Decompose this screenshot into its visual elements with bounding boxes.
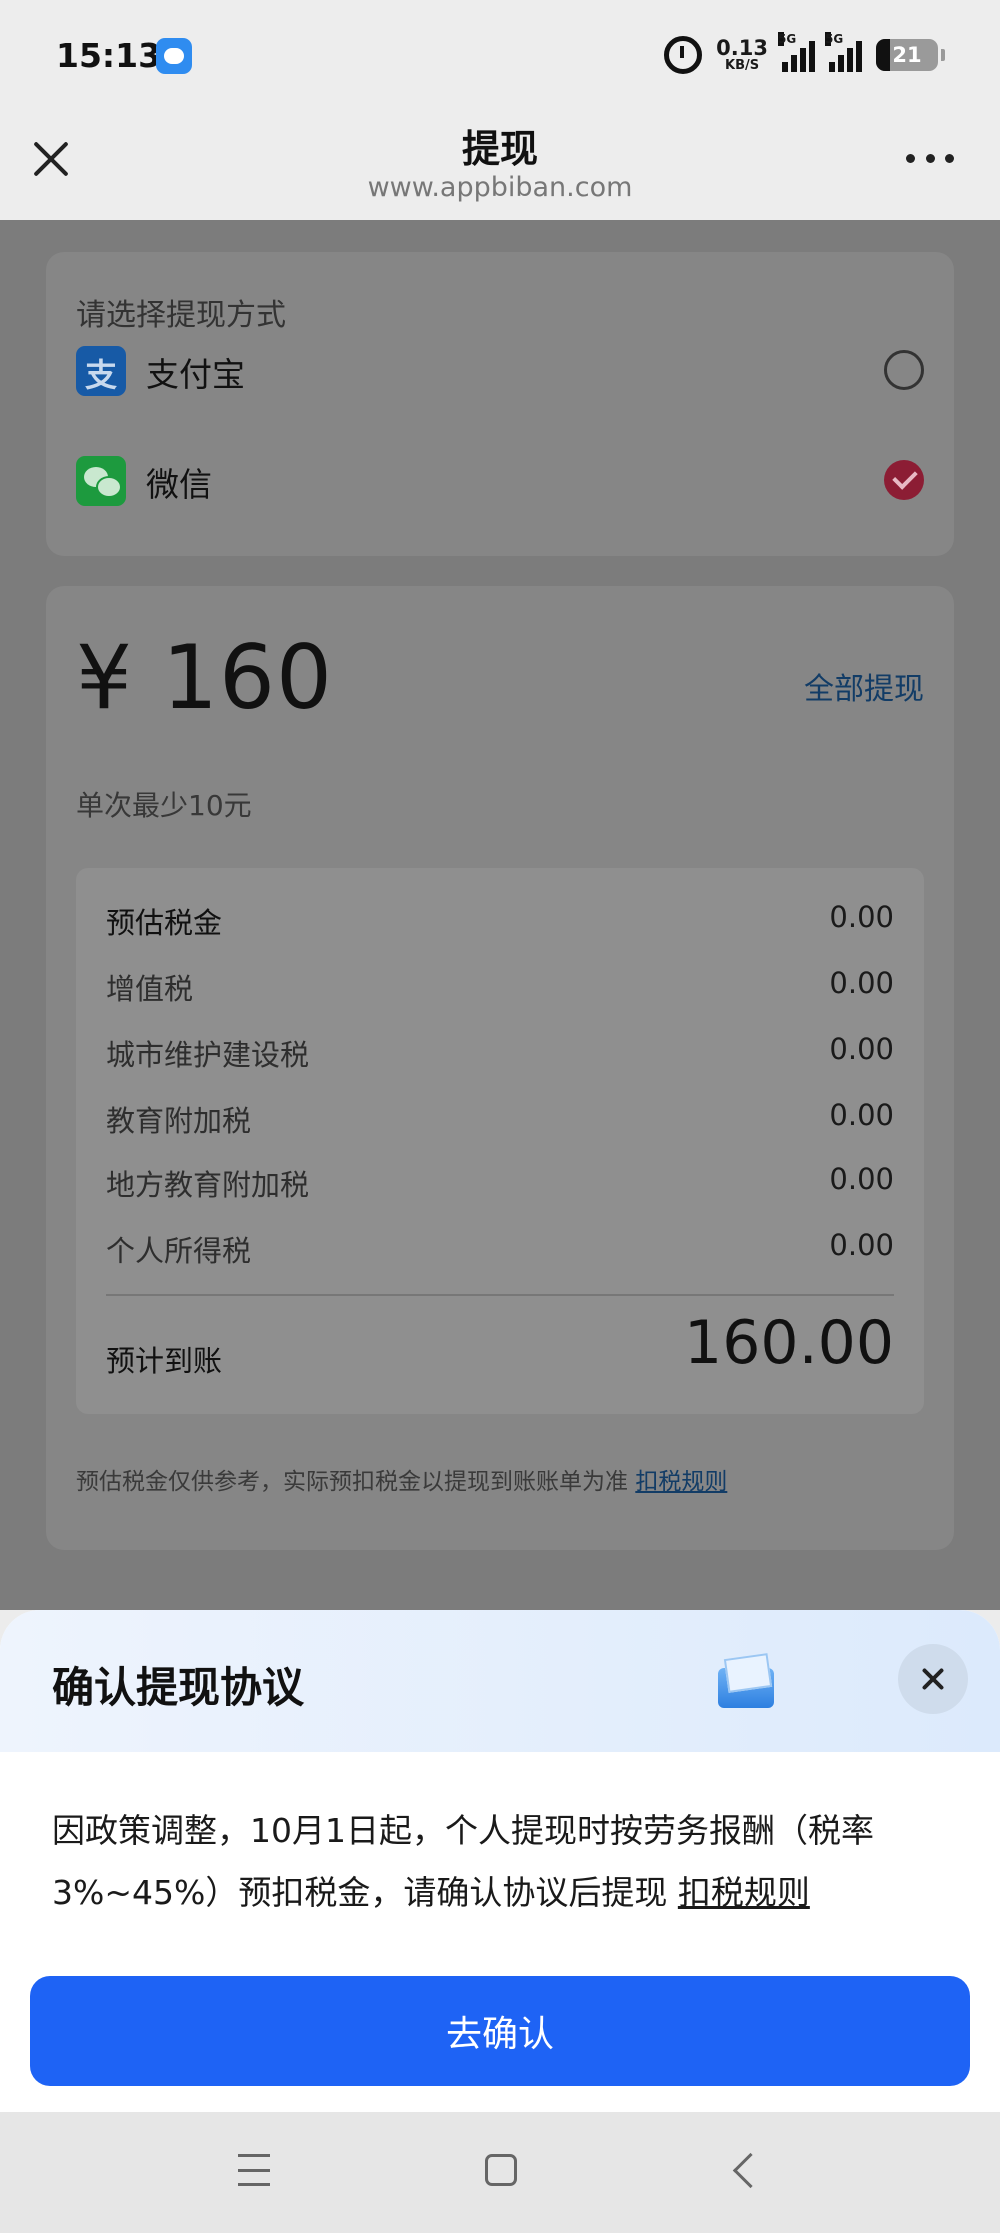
confirm-agreement-sheet: 确认提现协议 因政策调整，10月1日起，个人提现时按劳务报酬（税率3%~45%）… <box>0 1610 1000 2112</box>
tax-value: 0.00 <box>829 900 894 934</box>
withdraw-amount[interactable]: ¥ 160 <box>76 626 333 729</box>
tax-row: 预估税金 0.00 <box>106 898 894 942</box>
tax-label: 地方教育附加税 <box>106 1168 310 1202</box>
disclaimer-text: 预估税金仅供参考，实际预扣税金以提现到账账单为准 <box>76 1469 636 1495</box>
amount-card: ¥ 160 全部提现 单次最少10元 预估税金 0.00 增值税 0.00 城市… <box>46 586 954 1550</box>
sim1-label: 5G <box>778 32 797 46</box>
tax-label: 教育附加税 <box>106 1104 252 1138</box>
page-title: 提现 <box>461 127 538 171</box>
home-icon[interactable] <box>485 2154 517 2186</box>
back-icon[interactable] <box>730 2152 766 2188</box>
tax-row: 个人所得税 0.00 <box>106 1226 894 1270</box>
method-name-wechat: 微信 <box>146 465 212 504</box>
signal-icon-sim1: 5G <box>778 32 815 72</box>
sim2-label: 5G <box>825 32 844 46</box>
sheet-tax-rules-link[interactable]: 扣税规则 <box>678 1873 810 1912</box>
network-speed-unit: KB/S <box>725 58 760 73</box>
wechat-icon <box>76 456 126 506</box>
system-nav-bar <box>0 2112 1000 2233</box>
method-name-alipay: 支付宝 <box>146 355 245 394</box>
withdraw-all-link[interactable]: 全部提现 <box>804 664 924 708</box>
wechat-radio-checked[interactable] <box>884 460 924 500</box>
network-speed-value: 0.13 <box>716 36 768 60</box>
alarm-icon <box>664 36 703 74</box>
envelope-icon <box>712 1652 778 1710</box>
alipay-icon <box>76 346 126 396</box>
tax-label: 预估税金 <box>106 906 223 940</box>
app-notification-icon <box>156 38 192 74</box>
tax-value: 0.00 <box>829 966 894 1000</box>
tax-row: 教育附加税 0.00 <box>106 1096 894 1140</box>
battery-level: 21 <box>892 43 922 67</box>
expected-arrival-value: 160.00 <box>684 1308 894 1378</box>
status-icons: 0.13 KB/S 5G 5G 21 <box>664 32 945 78</box>
sheet-close-button[interactable] <box>898 1644 968 1714</box>
tax-label: 城市维护建设税 <box>106 1038 310 1072</box>
method-row-alipay[interactable]: 支付宝 <box>76 340 924 400</box>
tax-row: 增值税 0.00 <box>106 964 894 1008</box>
sheet-body: 因政策调整，10月1日起，个人提现时按劳务报酬（税率3%~45%）预扣税金，请确… <box>52 1800 952 1924</box>
method-row-wechat[interactable]: 微信 <box>76 450 924 510</box>
tax-label: 个人所得税 <box>106 1234 252 1268</box>
min-amount-note: 单次最少10元 <box>76 789 252 822</box>
tax-value: 0.00 <box>829 1228 894 1262</box>
withdraw-method-card: 请选择提现方式 支付宝 微信 <box>46 252 954 556</box>
network-speed: 0.13 KB/S <box>716 36 768 73</box>
tax-row: 地方教育附加税 0.00 <box>106 1160 894 1204</box>
signal-icon-sim2: 5G <box>825 32 862 72</box>
tax-value: 0.00 <box>829 1162 894 1196</box>
method-section-label: 请选择提现方式 <box>76 298 286 333</box>
battery-icon: 21 <box>876 39 945 71</box>
more-icon[interactable] <box>906 154 954 166</box>
page-url: www.appbiban.com <box>367 172 633 203</box>
tax-value: 0.00 <box>829 1032 894 1066</box>
sheet-title: 确认提现协议 <box>52 1663 305 1712</box>
tax-divider <box>106 1294 894 1296</box>
alipay-radio[interactable] <box>884 350 924 390</box>
title-bar: 提现 www.appbiban.com <box>0 112 1000 220</box>
tax-label: 增值税 <box>106 972 194 1006</box>
tax-row: 城市维护建设税 0.00 <box>106 1030 894 1074</box>
tax-breakdown: 预估税金 0.00 增值税 0.00 城市维护建设税 0.00 教育附加税 0.… <box>76 868 924 1414</box>
sheet-header: 确认提现协议 <box>0 1610 1000 1752</box>
go-confirm-button[interactable]: 去确认 <box>30 1976 970 2086</box>
tax-disclaimer: 预估税金仅供参考，实际预扣税金以提现到账账单为准 扣税规则 <box>76 1462 727 1496</box>
tax-rules-link[interactable]: 扣税规则 <box>635 1469 727 1495</box>
status-bar: 15:13 0.13 KB/S 5G 5G 21 <box>0 0 1000 112</box>
status-time: 15:13 <box>56 36 162 75</box>
expected-arrival-label: 预计到账 <box>106 1344 223 1378</box>
tax-value: 0.00 <box>829 1098 894 1132</box>
page-content-overlay[interactable]: 请选择提现方式 支付宝 微信 ¥ 160 全部提现 单次最少10元 预估税金 0… <box>0 220 1000 1610</box>
menu-icon[interactable] <box>238 2154 270 2186</box>
